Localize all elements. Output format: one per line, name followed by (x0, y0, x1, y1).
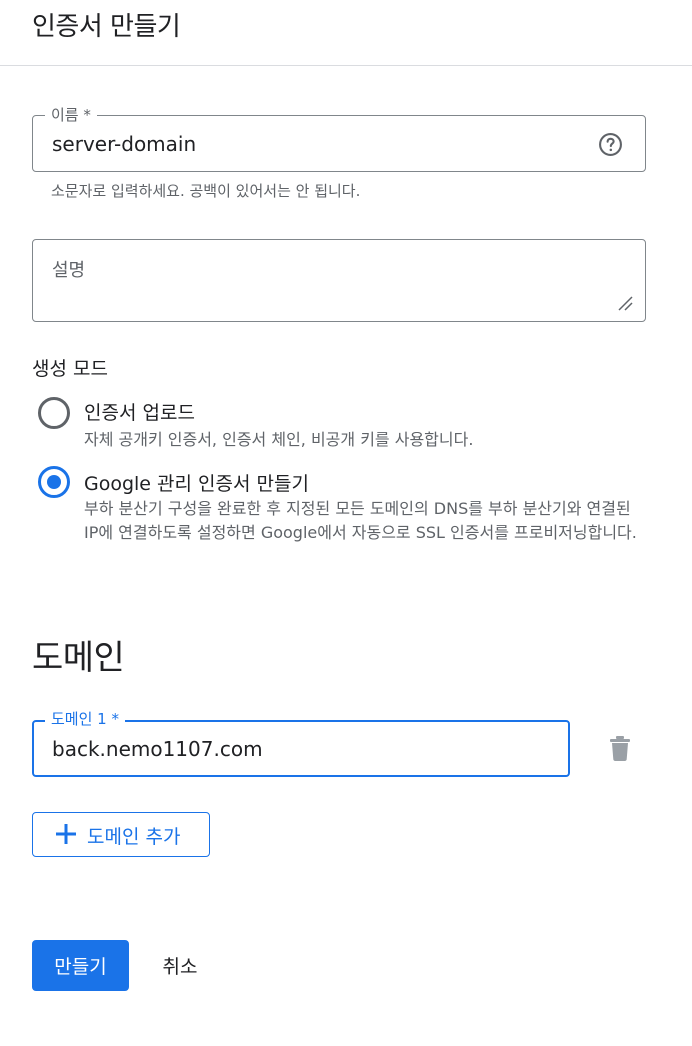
description-placeholder: 설명 (52, 260, 86, 281)
name-field[interactable]: 이름 * server-domain (32, 105, 646, 172)
option-upload-description: 자체 공개키 인증서, 인증서 체인, 비공개 키를 사용합니다. (84, 430, 474, 449)
add-domain-button[interactable]: 도메인 추가 (32, 812, 210, 857)
description-field[interactable]: 설명 (32, 239, 646, 322)
add-domain-label: 도메인 추가 (87, 826, 181, 848)
page-header: 인증서 만들기 (0, 0, 692, 66)
option-google-description: 부하 분산기 구성을 완료한 후 지정된 모든 도메인의 DNS를 부하 분산기… (84, 499, 637, 542)
domains-heading: 도메인 (32, 638, 125, 678)
name-field-hint: 소문자로 입력하세요. 공백이 있어서는 안 됩니다. (51, 182, 361, 200)
plus-icon (56, 824, 76, 844)
option-upload-label[interactable]: 인증서 업로드 (84, 398, 195, 425)
create-button[interactable]: 만들기 (32, 940, 129, 991)
cancel-button[interactable]: 취소 (150, 940, 210, 991)
domain-1-label: 도메인 1 * (45, 709, 125, 729)
option-google-label[interactable]: Google 관리 인증서 만들기 (84, 469, 309, 496)
trash-icon[interactable] (609, 735, 631, 761)
radio-upload-certificate[interactable] (38, 397, 70, 429)
radio-google-managed[interactable] (38, 466, 70, 498)
name-field-value[interactable]: server-domain (52, 132, 196, 156)
help-circle-icon[interactable] (598, 132, 623, 157)
creation-mode-heading: 생성 모드 (32, 358, 108, 380)
domain-1-field[interactable]: 도메인 1 * back.nemo1107.com (32, 709, 570, 777)
name-field-label: 이름 * (45, 105, 97, 125)
resize-handle-icon[interactable] (617, 295, 633, 311)
page-title: 인증서 만들기 (32, 12, 181, 42)
domain-1-value[interactable]: back.nemo1107.com (52, 737, 263, 761)
